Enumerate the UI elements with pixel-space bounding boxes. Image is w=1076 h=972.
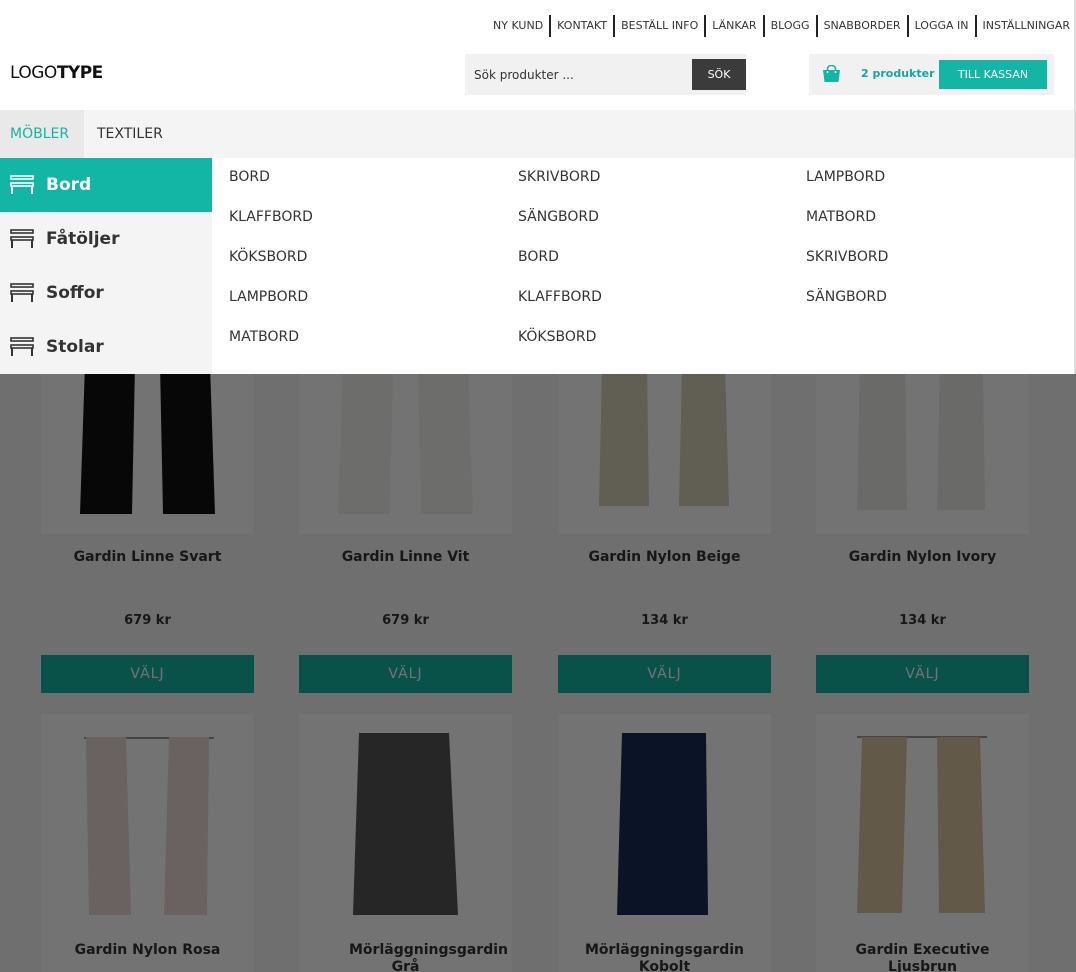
shopping-bag-icon[interactable] [822,65,841,82]
submenu-link[interactable]: BORD [229,169,270,185]
top-link-links[interactable]: LÄNKAR [706,15,765,37]
curtain-image[interactable] [614,731,714,917]
select-button[interactable]: VÄLJ [299,655,512,693]
top-link-quick-order[interactable]: SNABBORDER [818,15,909,37]
category-label: Stolar [46,337,104,357]
curtain-image[interactable] [84,735,214,917]
submenu-link[interactable]: SKRIVBORD [806,249,888,265]
product-image-fill [338,374,393,514]
curtain-image[interactable] [857,735,987,915]
select-button[interactable]: VÄLJ [41,655,254,693]
product-image-fill [857,737,907,913]
submenu-link[interactable]: KÖKSBORD [518,329,596,345]
product-price: 679 kr [382,613,429,628]
top-link-blog[interactable]: BLOGG [765,15,818,37]
curtain-image[interactable] [855,374,990,524]
product-price: 134 kr [641,613,688,628]
product-image-fill [353,733,458,915]
category-soffor[interactable]: Soffor [0,266,212,320]
bench-icon [10,175,34,194]
cart-box: 2 produkter TILL KASSAN [809,54,1054,95]
product-name[interactable]: Gardin Nylon Beige [558,549,771,566]
select-button[interactable]: VÄLJ [558,655,771,693]
category-list: Bord Fåtöljer Soffor Stolar [0,158,212,374]
tab-textiler[interactable]: TEXTILER [87,110,173,158]
product-image-fill [418,374,473,514]
checkout-button[interactable]: TILL KASSAN [939,60,1047,89]
curtain-image[interactable] [597,374,732,524]
product-name[interactable]: Gardin Linne Vit [299,549,512,566]
submenu-link[interactable]: LAMPBORD [806,169,885,185]
product-image-fill [86,737,131,915]
product-image-fill [857,374,907,510]
logo[interactable]: LOGOTYPE [10,63,103,83]
bench-icon [10,283,34,302]
submenu-link[interactable]: MATBORD [806,209,876,225]
select-button[interactable]: VÄLJ [816,655,1029,693]
top-link-contact[interactable]: KONTAKT [551,15,616,37]
submenu-link[interactable]: BORD [518,249,559,265]
product-image-fill [937,737,985,913]
mega-menu: Bord Fåtöljer Soffor Stolar BORD KLAFFBO… [0,158,1074,374]
product-price: 679 kr [124,613,171,628]
curtain-image[interactable] [80,374,215,524]
product-name[interactable]: Gardin Nylon Rosa [41,942,254,959]
top-link-settings[interactable]: INSTÄLLNINGAR [977,15,1071,37]
bench-icon [10,337,34,356]
product-price: 134 kr [899,613,946,628]
search-button[interactable]: SÖK [692,59,746,90]
submenu-link[interactable]: KLAFFBORD [229,209,313,225]
top-link-new-customer[interactable]: NY KUND [487,15,552,37]
submenu-link[interactable]: SÄNGBORD [518,209,599,225]
submenu-link[interactable]: SKRIVBORD [518,169,600,185]
top-link-order-info[interactable]: BESTÄLL INFO [615,15,707,37]
product-image-fill [160,374,215,514]
top-links: NY KUND KONTAKT BESTÄLL INFO LÄNKAR BLOG… [487,15,1070,37]
product-name[interactable]: Gardin Linne Svart [41,549,254,566]
product-image-fill [617,733,708,915]
product-name[interactable]: Gardin Nylon Ivory [816,549,1029,566]
submenu-link[interactable]: MATBORD [229,329,299,345]
category-label: Bord [46,175,92,195]
category-bord[interactable]: Bord [0,158,212,212]
bench-icon [10,229,34,248]
curtain-image[interactable] [351,731,461,917]
submenu-link[interactable]: KÖKSBORD [229,249,307,265]
product-image-fill [164,737,209,915]
logo-part-2: TYPE [56,63,103,83]
submenu-link[interactable]: SÄNGBORD [806,289,887,305]
search-box: SÖK [465,54,746,95]
product-name[interactable]: Mörläggningsgardin Kobolt [558,942,771,972]
tab-mobler[interactable]: MÖBLER [0,110,84,158]
category-label: Fåtöljer [46,229,120,249]
main-nav: MÖBLER TEXTILER [0,110,1074,158]
product-name[interactable]: Mörläggningsgardin Grå [299,942,512,972]
category-stolar[interactable]: Stolar [0,320,212,374]
product-name[interactable]: Gardin Executive Ljusbrun [816,942,1029,972]
product-image-fill [80,374,135,514]
product-image-fill [937,374,985,510]
curtain-image[interactable] [338,374,473,524]
category-fatoljer[interactable]: Fåtöljer [0,212,212,266]
top-link-login[interactable]: LOGGA IN [909,15,977,37]
submenu-link[interactable]: KLAFFBORD [518,289,602,305]
submenu-link[interactable]: LAMPBORD [229,289,308,305]
product-grid: Gardin Linne Svart Gardin Linne Vit Gard… [0,374,1076,972]
logo-part-1: LOGO [10,63,57,83]
category-label: Soffor [46,283,104,303]
cart-count[interactable]: 2 produkter [861,67,935,80]
product-image-fill [679,374,729,506]
product-image-fill [599,374,649,506]
